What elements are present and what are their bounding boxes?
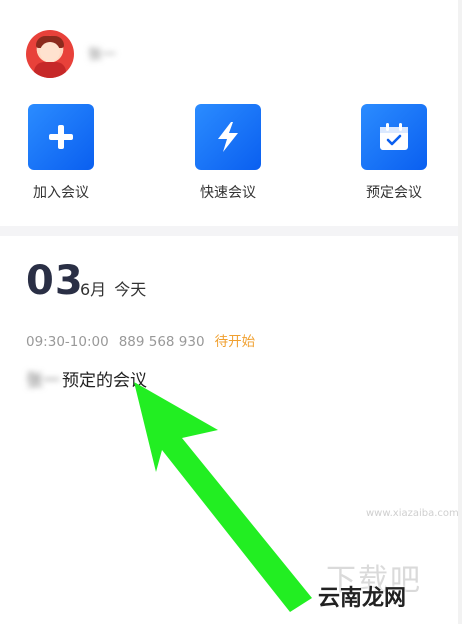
quick-meeting-button[interactable]: 快速会议 <box>168 104 288 202</box>
schedule-meeting-button[interactable]: 预定会议 <box>334 104 454 202</box>
date-relative: 今天 <box>114 280 147 299</box>
meeting-title-text: 预定的会议 <box>62 371 147 391</box>
watermark-logo: 云南龙网 <box>318 586 407 611</box>
meeting-title[interactable]: 张一 预定的会议 <box>26 366 147 391</box>
quick-meeting-label: 快速会议 <box>200 185 256 201</box>
join-meeting-label: 加入会议 <box>33 185 89 201</box>
section-divider <box>0 226 462 236</box>
date-meta: 6月 今天 <box>80 276 146 300</box>
annotation-arrow-icon <box>134 382 312 612</box>
date-day: 03 <box>26 258 84 304</box>
schedule-meeting-label: 预定会议 <box>366 185 422 201</box>
edge-shade <box>458 0 462 624</box>
top-strip <box>0 0 462 8</box>
lightning-icon <box>195 104 261 170</box>
meeting-item-info[interactable]: 09:30-10:00 889 568 930 待开始 <box>26 330 255 350</box>
meeting-owner: 张一 <box>26 371 60 391</box>
username: 张一 <box>88 47 116 63</box>
meeting-time: 09:30-10:00 <box>26 334 109 350</box>
watermark-site: www.xiazaiba.com <box>366 508 459 519</box>
meeting-id: 889 568 930 <box>118 334 205 350</box>
calendar-check-icon <box>361 104 427 170</box>
status-badge: 待开始 <box>214 334 256 350</box>
date-month: 6月 <box>80 280 107 299</box>
avatar[interactable] <box>26 30 74 78</box>
join-meeting-button[interactable]: 加入会议 <box>1 104 121 202</box>
plus-icon <box>28 104 94 170</box>
